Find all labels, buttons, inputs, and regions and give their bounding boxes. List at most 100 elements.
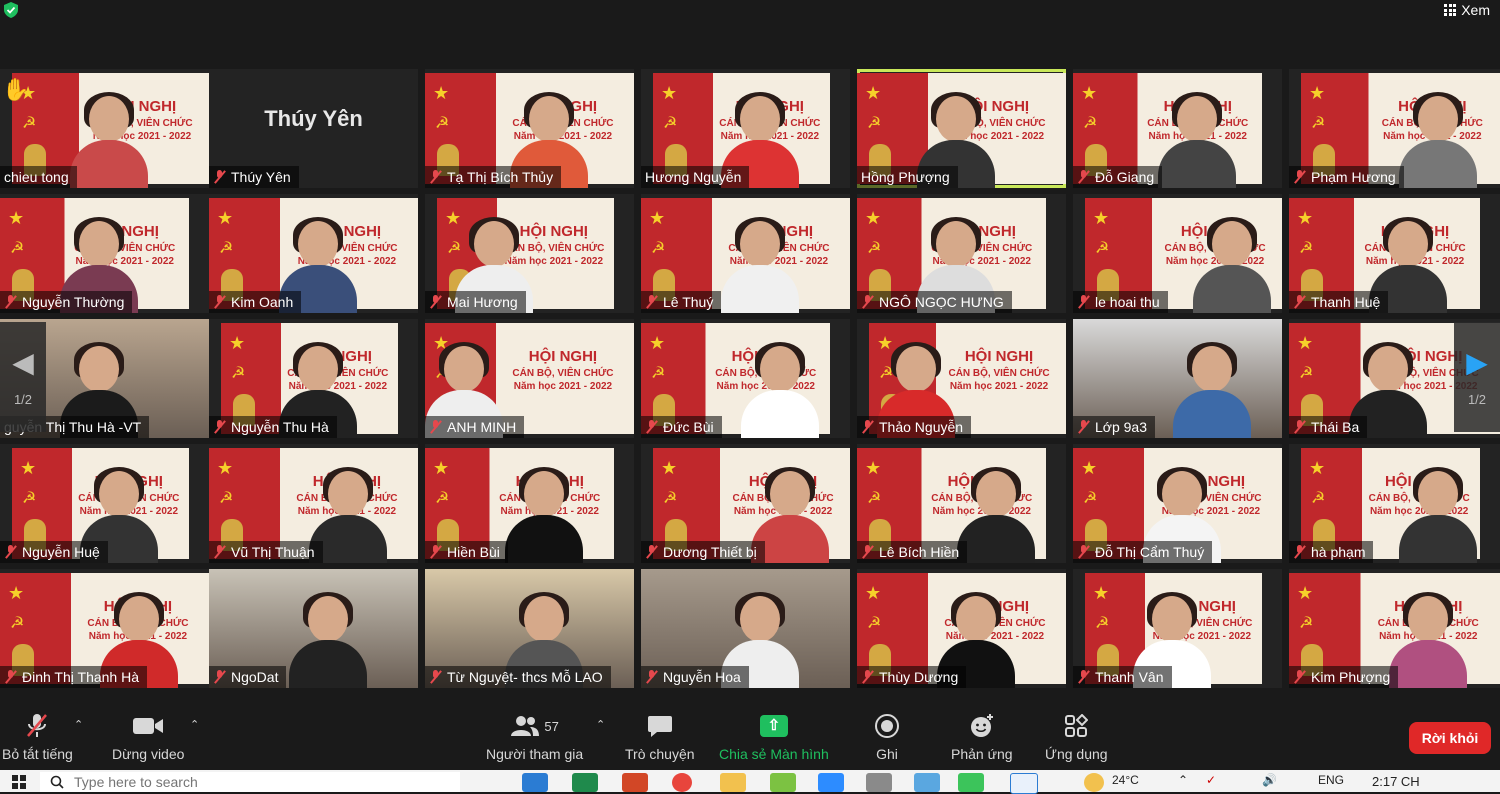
participants-icon-wrap: 57 <box>510 712 559 740</box>
participant-tile[interactable]: ★☭HỘI NGHỊCÁN BỘ, VIÊN CHỨCNăm học 2021 … <box>641 69 850 188</box>
record-button[interactable]: Ghi <box>874 712 900 762</box>
stop-video-button[interactable]: Dừng video <box>112 712 184 762</box>
participant-name-label: Đỗ Giang <box>1073 166 1163 188</box>
participant-tile[interactable]: ★☭HỘI NGHỊCÁN BỘ, VIÊN CHỨCNăm học 2021 … <box>425 444 634 563</box>
video-gallery: ★ ☭ HỘI NGHỊ CÁN BỘ, VIÊN CHỨC Năm học 2021 … <box>0 69 1500 689</box>
chrome-app-icon[interactable] <box>672 773 692 792</box>
volume-icon[interactable]: 🔊 <box>1262 773 1277 787</box>
microphone-muted-icon <box>429 170 442 184</box>
microphone-muted-icon <box>4 545 17 559</box>
star-icon: ★ <box>8 583 25 603</box>
next-page-button[interactable]: ▶ 1/2 <box>1454 322 1500 432</box>
participant-tile[interactable]: ★☭HỘI NGHỊCÁN BỘ, VIÊN CHỨCNăm học 2021 … <box>1289 444 1500 563</box>
participant-tile[interactable]: ★☭HỘI NGHỊCÁN BỘ, VIÊN CHỨCNăm học 2021 … <box>1289 69 1500 188</box>
clock-time[interactable]: 2:17 CH <box>1372 774 1420 789</box>
microphone-muted-icon <box>429 670 442 684</box>
participant-name-label: Nguyễn Thường <box>0 291 133 313</box>
participant-tile[interactable]: ★☭HỘI NGHỊCÁN BỘ, VIÊN CHỨCNăm học 2021 … <box>857 194 1066 313</box>
app-icon-1[interactable] <box>866 773 892 792</box>
participant-name-label: Nguyễn Huệ <box>0 541 108 563</box>
participant-tile[interactable]: Thúy Yên Thúy Yên <box>209 69 418 188</box>
participant-tile[interactable]: ★☭HỘI NGHỊCÁN BỘ, VIÊN CHỨCNăm học 2021 … <box>1289 569 1500 688</box>
participant-tile[interactable]: ★☭HỘI NGHỊCÁN BỘ, VIÊN CHỨCNăm học 2021 … <box>0 569 209 688</box>
participant-tile[interactable]: ★☭HỘI NGHỊCÁN BỘ, VIÊN CHỨCNăm học 2021 … <box>1073 569 1282 688</box>
participant-tile[interactable]: ★☭HỘI NGHỊCÁN BỘ, VIÊN CHỨCNăm học 2021 … <box>641 444 850 563</box>
audio-options-caret[interactable]: ⌃ <box>74 718 83 731</box>
star-icon: ★ <box>433 458 450 478</box>
powerpoint-app-icon[interactable] <box>622 773 648 792</box>
zoom-app-icon[interactable] <box>818 773 844 792</box>
participant-tile[interactable]: ★☭HỘI NGHỊCÁN BỘ, VIÊN CHỨCNăm học 2021 … <box>1289 194 1500 313</box>
shield-check-icon[interactable] <box>4 2 18 18</box>
app-icon-2[interactable] <box>914 773 940 792</box>
spotify-app-icon[interactable] <box>958 773 984 792</box>
participants-button[interactable]: 57 Người tham gia <box>486 712 583 762</box>
participant-tile[interactable]: ★☭HỘI NGHỊCÁN BỘ, VIÊN CHỨCNăm học 2021 … <box>209 319 418 438</box>
record-label: Ghi <box>876 746 898 762</box>
participant-tile[interactable]: ★☭HỘI NGHỊCÁN BỘ, VIÊN CHỨCNăm học 2021 … <box>857 444 1066 563</box>
hammer-sickle-icon: ☭ <box>651 240 666 257</box>
zalo-app-icon[interactable] <box>1010 773 1038 794</box>
microphone-muted-icon <box>1293 295 1306 309</box>
participant-tile[interactable]: Lớp 9a3 <box>1073 319 1282 438</box>
language-indicator[interactable]: ENG <box>1318 773 1344 787</box>
hammer-sickle-icon: ☭ <box>10 240 25 257</box>
microphone-muted-icon <box>1077 295 1090 309</box>
participant-name: ANH MINH <box>447 419 517 435</box>
participant-tile[interactable]: ★☭HỘI NGHỊCÁN BỘ, VIÊN CHỨCNăm học 2021 … <box>209 194 418 313</box>
star-icon: ★ <box>865 83 882 103</box>
microphone-muted-icon <box>213 170 226 184</box>
file-explorer-icon[interactable] <box>720 773 746 792</box>
participant-name: le hoai thu <box>1095 294 1160 310</box>
participant-tile[interactable]: NgoDat <box>209 569 418 688</box>
search-input[interactable] <box>72 773 436 791</box>
participant-name: NGÔ NGỌC HƯNG <box>879 294 1004 310</box>
participant-name-label: Hồng Phượng <box>857 166 958 188</box>
excel-app-icon[interactable] <box>572 773 598 792</box>
video-options-caret[interactable]: ⌃ <box>190 718 199 731</box>
participant-tile[interactable]: ★☭HỘI NGHỊCÁN BỘ, VIÊN CHỨCNăm học 2021 … <box>1073 444 1282 563</box>
chat-label: Trò chuyện <box>625 746 695 762</box>
star-icon: ★ <box>8 208 25 228</box>
leave-meeting-button[interactable]: Rời khỏi <box>1409 722 1491 754</box>
participant-tile[interactable]: ★☭HỘI NGHỊCÁN BỘ, VIÊN CHỨCNăm học 2021 … <box>425 319 634 438</box>
participant-count: 57 <box>544 718 559 734</box>
green-app-icon[interactable] <box>770 773 796 792</box>
participant-name: Nguyễn Huệ <box>22 544 100 560</box>
tray-chevron-icon[interactable]: ⌃ <box>1178 773 1188 787</box>
reactions-button[interactable]: Phản ứng <box>951 712 1013 762</box>
participant-tile[interactable]: Từ Nguyệt- thcs Mỗ LAO <box>425 569 634 688</box>
participant-tile[interactable]: ★☭HỘI NGHỊCÁN BỘ, VIÊN CHỨCNăm học 2021 … <box>0 194 209 313</box>
chat-button[interactable]: Trò chuyện <box>625 712 695 762</box>
participant-tile[interactable]: ★☭HỘI NGHỊCÁN BỘ, VIÊN CHỨCNăm học 2021 … <box>857 319 1066 438</box>
participant-tile[interactable]: ★☭HỘI NGHỊCÁN BỘ, VIÊN CHỨCNăm học 2021 … <box>1073 194 1282 313</box>
participant-tile[interactable]: ★☭HỘI NGHỊCÁN BỘ, VIÊN CHỨCNăm học 2021 … <box>209 444 418 563</box>
taskbar-search[interactable] <box>40 772 460 792</box>
participant-tile[interactable]: ★☭HỘI NGHỊCÁN BỘ, VIÊN CHỨCNăm học 2021 … <box>425 194 634 313</box>
share-screen-button[interactable]: ⇧ Chia sẻ Màn hình <box>719 712 829 762</box>
star-icon: ★ <box>1309 83 1326 103</box>
participant-tile[interactable]: ★☭HỘI NGHỊCÁN BỘ, VIÊN CHỨCNăm học 2021 … <box>857 69 1066 188</box>
participant-tile[interactable]: ★☭HỘI NGHỊCÁN BỘ, VIÊN CHỨCNăm học 2021 … <box>1073 69 1282 188</box>
participants-options-caret[interactable]: ⌃ <box>596 718 605 731</box>
participant-tile[interactable]: ★☭HỘI NGHỊCÁN BỘ, VIÊN CHỨCNăm học 2021 … <box>641 194 850 313</box>
participant-tile[interactable]: ★☭HỘI NGHỊCÁN BỘ, VIÊN CHỨCNăm học 2021 … <box>0 444 209 563</box>
participant-name: Hương Nguyễn <box>645 169 742 185</box>
microphone-muted-icon <box>645 545 658 559</box>
antivirus-tray-icon[interactable]: ✓ <box>1206 773 1216 787</box>
participant-name: Lớp 9a3 <box>1095 419 1148 435</box>
word-app-icon[interactable] <box>522 773 548 792</box>
view-button[interactable]: Xem <box>1444 2 1490 18</box>
participant-tile[interactable]: Nguyễn Hoa <box>641 569 850 688</box>
participant-tile[interactable]: ★☭HỘI NGHỊCÁN BỘ, VIÊN CHỨCNăm học 2021 … <box>425 69 634 188</box>
mute-button[interactable]: Bỏ tắt tiếng <box>2 712 73 762</box>
apps-button[interactable]: Ứng dụng <box>1045 712 1108 762</box>
participant-tile[interactable]: ★☭HỘI NGHỊCÁN BỘ, VIÊN CHỨCNăm học 2021 … <box>857 569 1066 688</box>
stop-video-label: Dừng video <box>112 746 185 762</box>
participant-tile[interactable]: ★☭HỘI NGHỊCÁN BỘ, VIÊN CHỨCNăm học 2021 … <box>641 319 850 438</box>
microphone-muted-icon <box>861 545 874 559</box>
previous-page-button[interactable]: ◀ 1/2 <box>0 322 46 432</box>
windows-start-icon[interactable] <box>12 775 26 789</box>
hammer-sickle-icon: ☭ <box>663 115 678 132</box>
participant-tile[interactable]: ★☭HỘI NGHỊCÁN BỘ, VIÊN CHỨCNăm học 2021 … <box>0 69 209 188</box>
